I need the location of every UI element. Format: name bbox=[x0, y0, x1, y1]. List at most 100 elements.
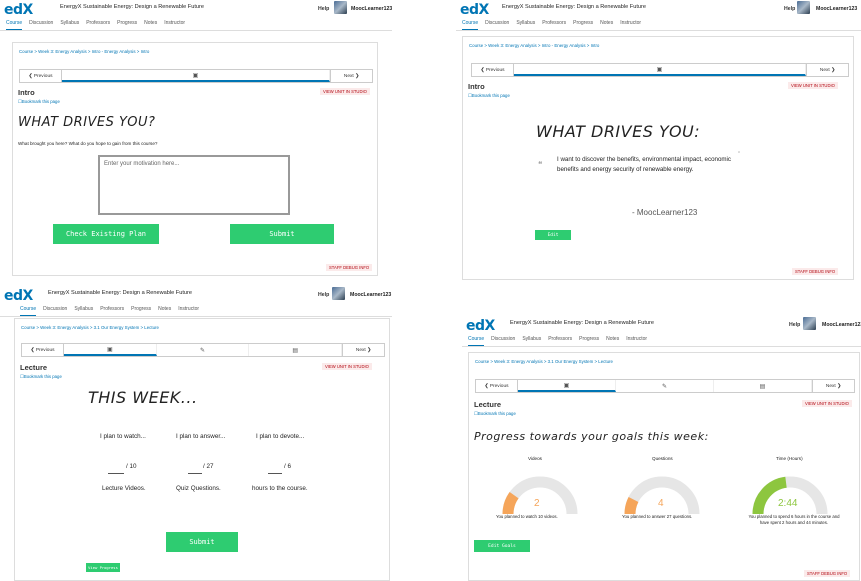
help-link[interactable]: Help bbox=[784, 6, 795, 12]
view-progress-button[interactable]: View Progress bbox=[86, 563, 120, 572]
view-in-studio-button[interactable]: VIEW UNIT IN STUDIO bbox=[788, 82, 838, 89]
tab-reading[interactable]: ▤ bbox=[249, 344, 343, 356]
tab-notes[interactable]: Notes bbox=[144, 20, 157, 26]
previous-button[interactable]: ❮ Previous bbox=[472, 64, 514, 76]
submit-button[interactable]: Submit bbox=[230, 224, 334, 244]
tab-syllabus[interactable]: Syllabus bbox=[522, 336, 541, 342]
tab-professors[interactable]: Professors bbox=[100, 306, 124, 312]
tab-discussion[interactable]: Discussion bbox=[29, 20, 53, 26]
staff-debug-button[interactable]: STAFF DEBUG INFO bbox=[792, 268, 839, 275]
bookmark-link[interactable]: ☐Bookmark this page bbox=[474, 411, 516, 417]
videos-total: / 10 bbox=[126, 463, 137, 470]
tab-discussion[interactable]: Discussion bbox=[43, 306, 67, 312]
tab-notes[interactable]: Notes bbox=[606, 336, 619, 342]
breadcrumb[interactable]: Course > Week 3: Energy Analysis > Intro… bbox=[469, 43, 599, 48]
tab-professors[interactable]: Professors bbox=[86, 20, 110, 26]
help-link[interactable]: Help bbox=[318, 6, 329, 12]
tab-syllabus[interactable]: Syllabus bbox=[516, 20, 535, 26]
unit-title: Lecture bbox=[474, 400, 502, 409]
previous-button[interactable]: ❮ Previous bbox=[22, 344, 64, 356]
tab-reading[interactable]: ▤ bbox=[714, 380, 812, 392]
divider bbox=[456, 30, 861, 31]
next-button[interactable]: Next ❯ bbox=[806, 64, 848, 76]
previous-button[interactable]: ❮ Previous bbox=[20, 70, 62, 82]
help-link[interactable]: Help bbox=[789, 322, 800, 328]
username[interactable]: MoocLearner123 bbox=[816, 6, 857, 12]
panel-intro-result: edX EnergyX Sustainable Energy: Design a… bbox=[456, 0, 861, 282]
video-icon: ▣ bbox=[656, 66, 663, 73]
username[interactable]: MoocLearner123 bbox=[350, 292, 391, 298]
avatar[interactable] bbox=[797, 1, 810, 14]
tab-notes[interactable]: Notes bbox=[600, 20, 613, 26]
panel-intro-input: edX EnergyX Sustainable Energy: Design a… bbox=[0, 0, 392, 282]
edx-logo[interactable]: edX bbox=[460, 2, 489, 18]
tab-problem[interactable]: ✎ bbox=[616, 380, 714, 392]
bookmark-link[interactable]: ☐Bookmark this page bbox=[20, 374, 62, 380]
bookmark-link[interactable]: ☐Bookmark this page bbox=[468, 93, 510, 99]
motivation-textarea[interactable]: Enter your motivation here... bbox=[98, 155, 290, 215]
submit-button[interactable]: Submit bbox=[166, 532, 238, 552]
edit-goals-button[interactable]: Edit Goals bbox=[474, 540, 530, 552]
staff-debug-button[interactable]: STAFF DEBUG INFO bbox=[804, 570, 851, 577]
next-button[interactable]: Next ❯ bbox=[330, 70, 372, 82]
breadcrumb[interactable]: Course > Week 3: Energy Analysis > 3.1 O… bbox=[21, 325, 159, 330]
tab-video[interactable]: ▣ bbox=[518, 380, 616, 392]
username[interactable]: MoocLearner123 bbox=[822, 322, 861, 328]
view-in-studio-button[interactable]: VIEW UNIT IN STUDIO bbox=[802, 400, 852, 407]
bookmark-link[interactable]: ☐Bookmark this page bbox=[18, 99, 60, 105]
tab-course[interactable]: Course bbox=[462, 20, 479, 30]
help-link[interactable]: Help bbox=[318, 292, 329, 298]
tab-discussion[interactable]: Discussion bbox=[491, 336, 515, 342]
tab-instructor[interactable]: Instructor bbox=[620, 20, 641, 26]
sequence-nav: ❮ Previous ▣ ✎ ▤ Next ❯ bbox=[21, 343, 385, 357]
tab-syllabus[interactable]: Syllabus bbox=[60, 20, 79, 26]
edx-logo[interactable]: edX bbox=[4, 288, 33, 304]
video-icon: ▣ bbox=[563, 382, 570, 389]
previous-label: Previous bbox=[35, 347, 55, 353]
tab-progress[interactable]: Progress bbox=[117, 20, 137, 26]
tab-professors[interactable]: Professors bbox=[542, 20, 566, 26]
tab-instructor[interactable]: Instructor bbox=[164, 20, 185, 26]
check-existing-plan-button[interactable]: Check Existing Plan bbox=[53, 224, 159, 244]
tab-video[interactable]: ▣ bbox=[62, 70, 330, 82]
staff-debug-button[interactable]: STAFF DEBUG INFO bbox=[326, 264, 373, 271]
videos-goal-input[interactable] bbox=[108, 466, 124, 474]
tab-video[interactable]: ▣ bbox=[64, 344, 157, 356]
breadcrumb[interactable]: Course > Week 3: Energy Analysis > 3.1 O… bbox=[475, 359, 613, 364]
header: edX EnergyX Sustainable Energy: Design a… bbox=[0, 0, 392, 40]
open-quote-icon: ❝ bbox=[538, 160, 543, 169]
tab-professors[interactable]: Professors bbox=[548, 336, 572, 342]
tab-video[interactable]: ▣ bbox=[514, 64, 806, 76]
previous-label: Previous bbox=[489, 383, 509, 389]
tab-problem[interactable]: ✎ bbox=[157, 344, 250, 356]
edit-button[interactable]: Edit bbox=[535, 230, 571, 240]
previous-button[interactable]: ❮ Previous bbox=[476, 380, 518, 392]
hours-goal-input[interactable] bbox=[268, 466, 282, 474]
next-button[interactable]: Next ❯ bbox=[812, 380, 854, 392]
avatar[interactable] bbox=[803, 317, 816, 330]
tab-instructor[interactable]: Instructor bbox=[626, 336, 647, 342]
avatar[interactable] bbox=[334, 1, 347, 14]
quote-attribution: - MoocLearner123 bbox=[632, 208, 698, 217]
edx-logo[interactable]: edX bbox=[466, 318, 495, 334]
tab-instructor[interactable]: Instructor bbox=[178, 306, 199, 312]
header: edX EnergyX Sustainable Energy: Design a… bbox=[456, 0, 861, 40]
view-in-studio-button[interactable]: VIEW UNIT IN STUDIO bbox=[322, 363, 372, 370]
username[interactable]: MoocLearner123 bbox=[351, 6, 392, 12]
tab-discussion[interactable]: Discussion bbox=[485, 20, 509, 26]
questions-goal-input[interactable] bbox=[188, 466, 202, 474]
tab-progress[interactable]: Progress bbox=[131, 306, 151, 312]
avatar[interactable] bbox=[332, 287, 345, 300]
view-in-studio-button[interactable]: VIEW UNIT IN STUDIO bbox=[320, 88, 370, 95]
edx-logo[interactable]: edX bbox=[4, 2, 33, 18]
tab-course[interactable]: Course bbox=[20, 306, 37, 316]
tab-notes[interactable]: Notes bbox=[158, 306, 171, 312]
tab-course[interactable]: Course bbox=[6, 20, 23, 30]
book-icon: ▤ bbox=[759, 383, 766, 390]
tab-syllabus[interactable]: Syllabus bbox=[74, 306, 93, 312]
next-button[interactable]: Next ❯ bbox=[342, 344, 384, 356]
breadcrumb[interactable]: Course > Week 3: Energy Analysis > Intro… bbox=[19, 49, 149, 54]
tab-progress[interactable]: Progress bbox=[573, 20, 593, 26]
tab-course[interactable]: Course bbox=[468, 336, 485, 346]
tab-progress[interactable]: Progress bbox=[579, 336, 599, 342]
